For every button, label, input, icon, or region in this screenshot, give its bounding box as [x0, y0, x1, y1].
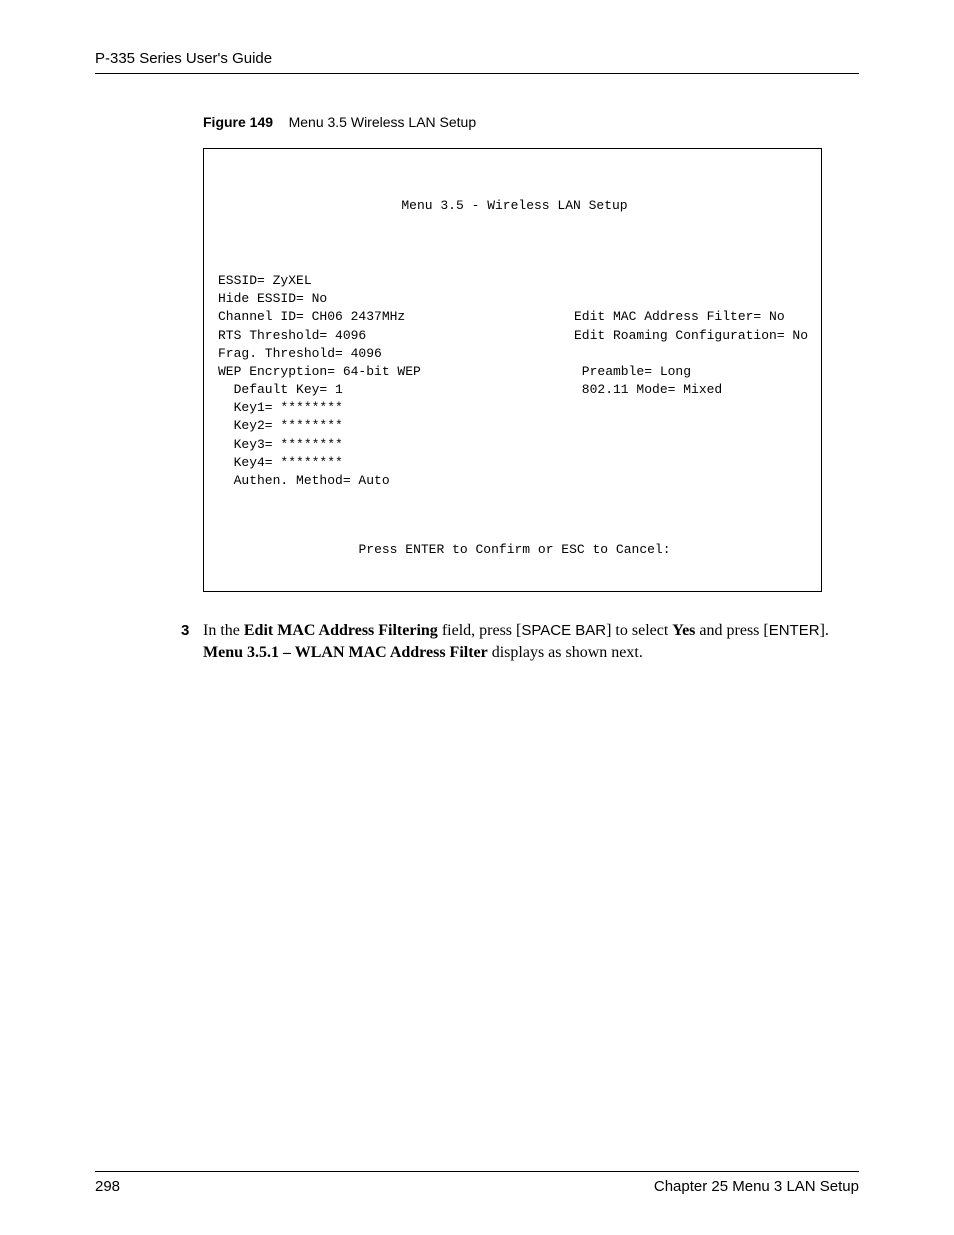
header-divider	[95, 73, 859, 74]
keycap-enter: ENTER	[769, 622, 820, 639]
page-footer: 298 Chapter 25 Menu 3 LAN Setup	[95, 1171, 859, 1195]
terminal-screen: Menu 3.5 - Wireless LAN Setup ESSID= ZyX…	[203, 148, 822, 592]
step-text: and press [	[695, 622, 768, 639]
terminal-body: ESSID= ZyXEL Hide ESSID= No Channel ID= …	[218, 272, 811, 490]
chapter-title: Chapter 25 Menu 3 LAN Setup	[654, 1178, 859, 1195]
step-value-yes: Yes	[672, 622, 695, 639]
step-text: displays as shown next.	[488, 644, 643, 661]
step-text: In the	[203, 622, 244, 639]
figure-caption-text: Menu 3.5 Wireless LAN Setup	[289, 114, 477, 130]
page-number: 298	[95, 1178, 120, 1195]
step-number: 3	[181, 620, 189, 641]
figure-label: Figure 149	[203, 114, 273, 130]
guide-title: P-335 Series User's Guide	[95, 50, 859, 67]
terminal-footer: Press ENTER to Confirm or ESC to Cancel:	[218, 541, 811, 559]
step-text: ] to select	[606, 622, 672, 639]
figure-caption-text	[277, 114, 289, 130]
step-menu-name: Menu 3.5.1 – WLAN MAC Address Filter	[203, 644, 488, 661]
terminal-right-column: Edit MAC Address Filter= No Edit Roaming…	[574, 272, 808, 490]
terminal-title: Menu 3.5 - Wireless LAN Setup	[218, 197, 811, 215]
figure-caption: Figure 149 Menu 3.5 Wireless LAN Setup	[203, 114, 859, 130]
step-field-name: Edit MAC Address Filtering	[244, 622, 438, 639]
keycap-spacebar: SPACE BAR	[521, 622, 606, 639]
terminal-left-column: ESSID= ZyXEL Hide ESSID= No Channel ID= …	[218, 272, 574, 490]
step-text: field, press [	[438, 622, 522, 639]
step-text: ].	[820, 622, 829, 639]
step-instruction: 3 In the Edit MAC Address Filtering fiel…	[203, 620, 859, 665]
footer-divider	[95, 1171, 859, 1172]
footer-row: 298 Chapter 25 Menu 3 LAN Setup	[95, 1178, 859, 1195]
